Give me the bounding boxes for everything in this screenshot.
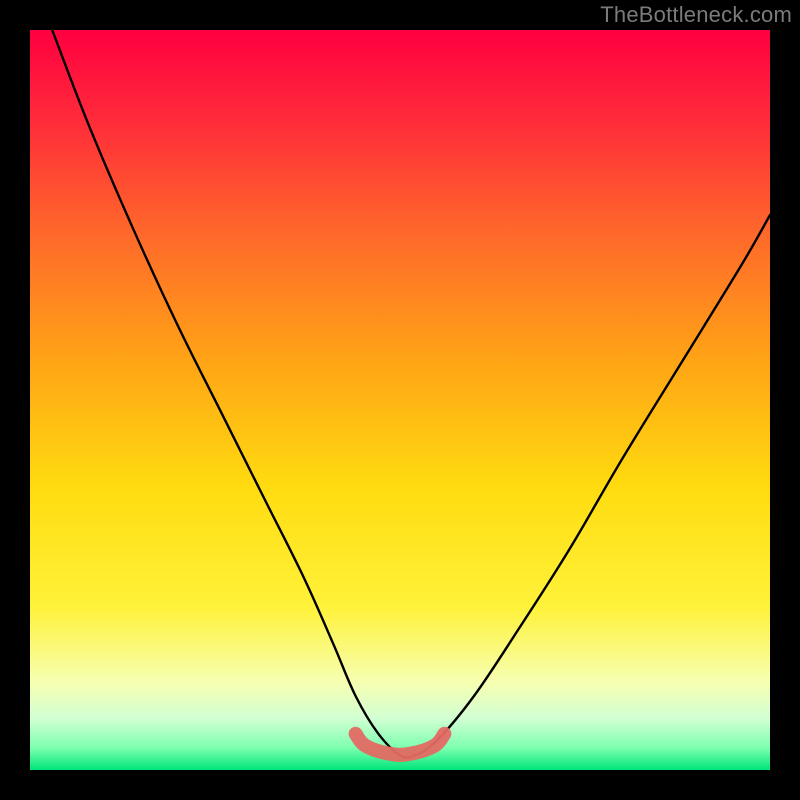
optimal-zone-highlight	[356, 734, 445, 755]
attribution-label: TheBottleneck.com	[600, 2, 792, 28]
plot-area	[30, 30, 770, 770]
chart-frame: TheBottleneck.com	[0, 0, 800, 800]
bottleneck-curve	[30, 30, 770, 770]
curve-path	[52, 30, 770, 758]
